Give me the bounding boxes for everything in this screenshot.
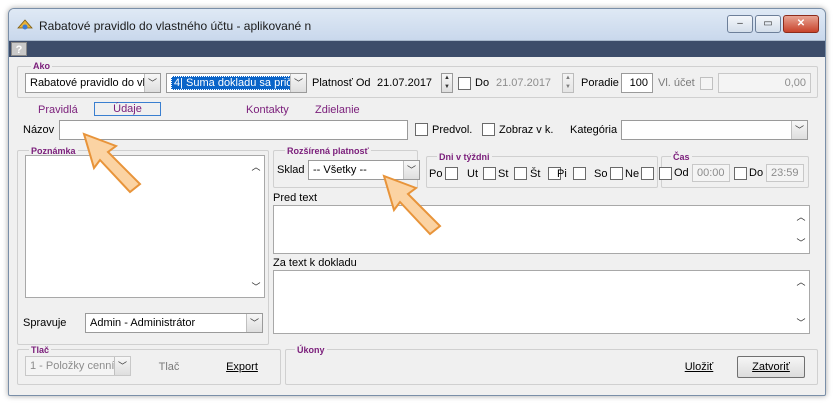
close-dialog-button[interactable]: Zatvoriť	[737, 356, 805, 378]
chevron-down-icon: ﹀	[290, 74, 306, 92]
nazov-label: Názov	[23, 124, 55, 136]
day-checkbox[interactable]	[483, 167, 496, 180]
cas-do-checkbox[interactable]	[734, 167, 747, 180]
platnost-od-spinner[interactable]: ▲ ▼	[441, 73, 453, 93]
vl-ucet-value: 0,00	[718, 73, 811, 93]
chevron-down-icon: ﹀	[144, 74, 160, 92]
tlac-button[interactable]: Tlač	[149, 356, 189, 378]
pred-text-textarea[interactable]: ︿ ﹀	[273, 205, 810, 254]
dni-label: Dni v týždni	[437, 152, 492, 162]
rule-type-select[interactable]: Rabatové pravidlo do vl ﹀	[25, 73, 161, 93]
scroll-down-icon[interactable]: ﹀	[793, 236, 809, 249]
print-type-select[interactable]: 1 - Položky cenník ﹀	[25, 356, 131, 376]
za-text-label: Za text k dokladu	[273, 257, 357, 269]
tlac-label: Tlač	[29, 345, 52, 355]
scroll-up-icon[interactable]: ︿	[793, 210, 809, 223]
poradie-input[interactable]: 100	[621, 73, 653, 93]
predvol-label: Predvol.	[432, 124, 473, 136]
za-text-scrollbar[interactable]: ︿ ﹀	[793, 271, 809, 333]
tab-zdielanie[interactable]: Zdielanie	[315, 104, 360, 116]
calc-type-value: 4| Suma dokladu sa prič	[171, 76, 295, 90]
zobraz-label: Zobraz v k.	[499, 124, 554, 136]
minimize-button[interactable]: ‒	[727, 15, 753, 33]
platnost-od-label: Platnosť Od	[312, 77, 371, 89]
platnost-do-spinner[interactable]: ▲ ▼	[562, 73, 574, 93]
spravuje-label: Spravuje	[23, 317, 67, 329]
scroll-down-icon[interactable]: ﹀	[248, 280, 264, 293]
help-icon[interactable]: ?	[11, 42, 27, 56]
vl-ucet-checkbox[interactable]	[700, 77, 713, 90]
day-label: So	[594, 168, 608, 180]
days-row: Po Ut St Št Pi So Ne	[429, 167, 657, 183]
day-label: Št	[530, 168, 541, 180]
ukony-label: Úkony	[295, 345, 327, 355]
scroll-up-icon[interactable]: ︿	[248, 160, 264, 173]
day-label: St	[498, 168, 509, 180]
annotation-arrow-icon	[82, 132, 142, 194]
vl-ucet-label: Vl. účet	[658, 77, 695, 89]
do-checkbox[interactable]	[458, 77, 471, 90]
chevron-down-icon: ﹀	[791, 121, 807, 139]
platnost-od-input[interactable]: 21.07.2017	[372, 73, 440, 93]
day-checkbox[interactable]	[610, 167, 623, 180]
tab-kontakty[interactable]: Kontakty	[246, 104, 289, 116]
day-label: Ne	[625, 168, 640, 180]
annotation-arrow-icon	[382, 174, 442, 236]
print-type-value: 1 - Položky cenník	[30, 360, 120, 372]
sklad-value: -- Všetky --	[313, 164, 367, 176]
cas-do-input[interactable]: 23:59	[766, 164, 804, 182]
export-button[interactable]: Export	[217, 356, 267, 378]
day-checkbox[interactable]	[573, 167, 586, 180]
scroll-up-icon[interactable]: ︿	[793, 275, 809, 288]
app-icon	[17, 19, 33, 30]
cas-od-label: Od	[674, 167, 689, 179]
spravuje-value: Admin - Administrátor	[90, 317, 196, 329]
platnost-do-input[interactable]: 21.07.2017	[491, 73, 559, 93]
rule-type-value: Rabatové pravidlo do vl	[30, 77, 145, 89]
predvol-checkbox[interactable]	[415, 123, 428, 136]
window-title: Rabatové pravidlo do vlastného účtu - ap…	[39, 19, 312, 33]
kategoria-select[interactable]: ﹀	[621, 120, 808, 140]
save-button[interactable]: Uložiť	[677, 356, 721, 378]
kategoria-label: Kategória	[570, 124, 618, 136]
tab-pravidla[interactable]: Pravidlá	[38, 104, 78, 116]
day-label: Ut	[467, 168, 478, 180]
close-button[interactable]: ✕	[783, 15, 819, 33]
help-bar: ?	[9, 41, 825, 57]
pred-text-scrollbar[interactable]: ︿ ﹀	[793, 206, 809, 253]
day-label: Pi	[557, 168, 567, 180]
ako-group-label: Ako	[31, 61, 53, 71]
pred-text-label: Pred text	[273, 192, 318, 204]
cas-od-input[interactable]: 00:00	[692, 164, 730, 182]
do-label: Do	[475, 77, 490, 89]
poznamka-scrollbar[interactable]: ︿ ﹀	[248, 156, 264, 297]
cas-od-checkbox[interactable]	[659, 167, 672, 180]
cas-label: Čas	[671, 152, 692, 162]
rozsirena-label: Rozšírená platnosť	[285, 146, 371, 156]
sklad-label: Sklad	[277, 164, 305, 176]
za-text-textarea[interactable]: ︿ ﹀	[273, 270, 810, 334]
maximize-button[interactable]: ▭	[755, 15, 781, 33]
day-checkbox[interactable]	[514, 167, 527, 180]
title-bar: Rabatové pravidlo do vlastného účtu - ap…	[9, 9, 825, 41]
scroll-down-icon[interactable]: ﹀	[793, 316, 809, 329]
tab-udaje[interactable]: Údaje	[94, 102, 161, 116]
poradie-label: Poradie	[581, 77, 619, 89]
day-checkbox[interactable]	[641, 167, 654, 180]
cas-do-label: Do	[749, 167, 764, 179]
calc-type-select[interactable]: 4| Suma dokladu sa prič ﹀	[166, 73, 307, 93]
chevron-down-icon: ﹀	[114, 357, 130, 375]
spravuje-select[interactable]: Admin - Administrátor ﹀	[85, 313, 263, 333]
chevron-down-icon: ﹀	[246, 314, 262, 332]
zobraz-checkbox[interactable]	[482, 123, 495, 136]
